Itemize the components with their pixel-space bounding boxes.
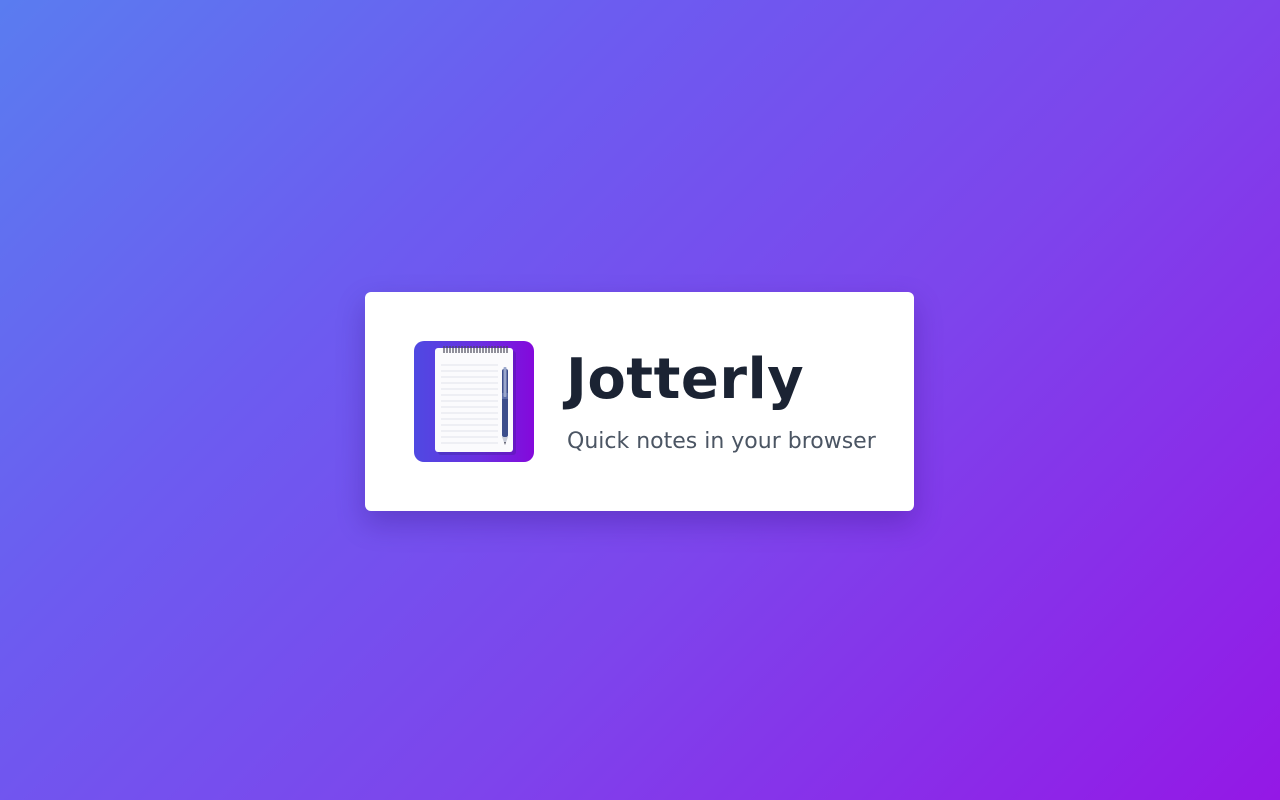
app-title: Jotterly (566, 347, 805, 412)
promo-card: Jotterly Quick notes in your browser (365, 292, 914, 511)
app-tagline: Quick notes in your browser (567, 429, 876, 454)
notepad-with-pen-icon (414, 341, 534, 462)
